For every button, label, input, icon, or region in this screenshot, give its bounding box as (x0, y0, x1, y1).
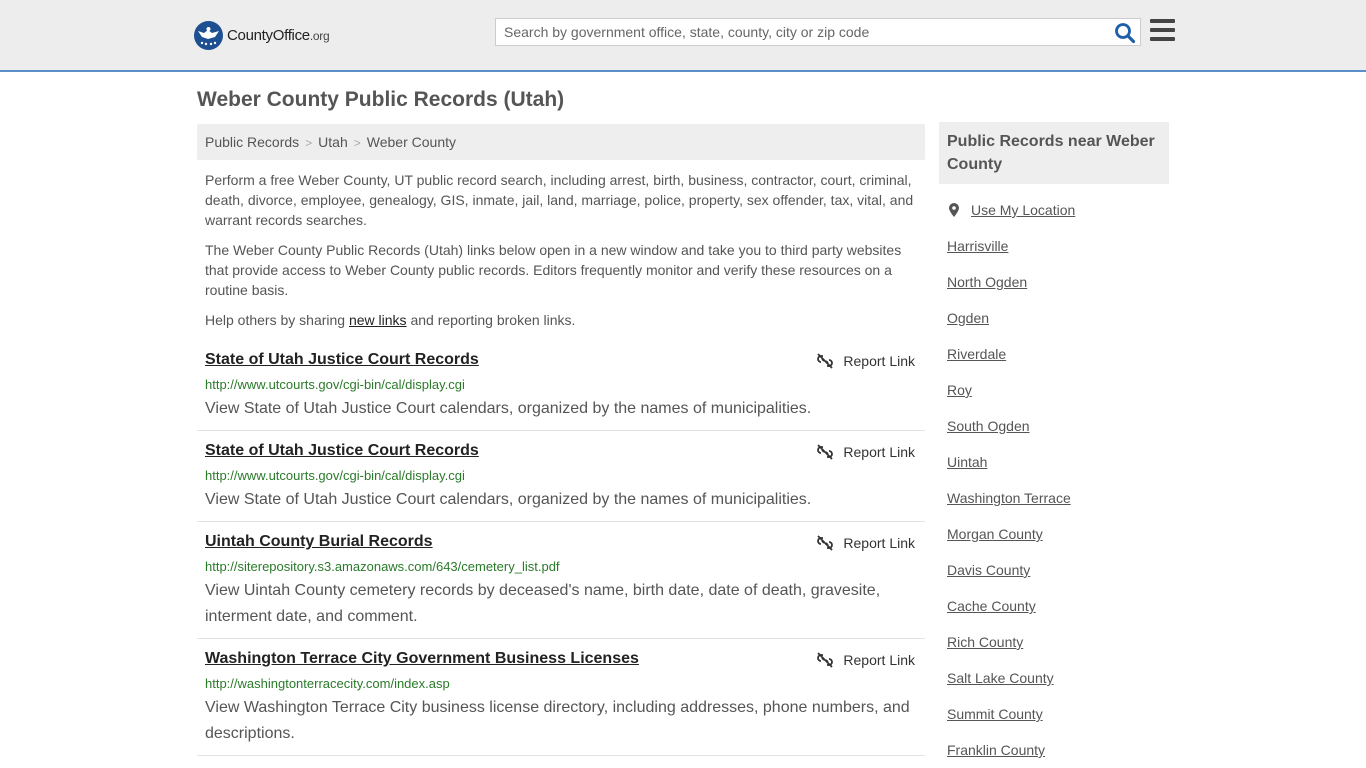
top-header: CountyOffice.org (0, 0, 1366, 72)
sidebar-link-rich-county[interactable]: Rich County (947, 634, 1023, 650)
broken-link-icon (817, 652, 834, 668)
sidebar-link-morgan-county[interactable]: Morgan County (947, 526, 1043, 542)
record-url: http://www.utcourts.gov/cgi-bin/cal/disp… (205, 468, 465, 483)
intro-broken-text: and reporting broken links. (406, 312, 576, 328)
sidebar-link-north-ogden[interactable]: North Ogden (947, 274, 1027, 290)
hamburger-menu-icon[interactable] (1150, 19, 1175, 41)
record-url: http://siterepository.s3.amazonaws.com/6… (205, 559, 560, 574)
logo-org-text: .org (309, 28, 330, 43)
search-box (495, 18, 1141, 46)
breadcrumb-public-records[interactable]: Public Records (205, 134, 299, 150)
breadcrumb-separator-icon: > (305, 136, 313, 150)
report-link-label: Report Link (843, 353, 915, 369)
sidebar-link-salt-lake-county[interactable]: Salt Lake County (947, 670, 1054, 686)
broken-link-icon (817, 444, 834, 460)
sidebar-link-uintah[interactable]: Uintah (947, 454, 987, 470)
broken-link-icon (817, 353, 834, 369)
report-link-button[interactable]: Report Link (817, 652, 915, 668)
record-title-link[interactable]: State of Utah Justice Court Records (205, 351, 479, 369)
site-logo[interactable]: CountyOffice.org (194, 20, 330, 50)
sidebar-link-harrisville[interactable]: Harrisville (947, 238, 1008, 254)
intro-paragraph-3: Help others by sharing new links and rep… (205, 310, 917, 330)
search-input[interactable] (496, 19, 1106, 45)
intro-help-text: Help others by sharing (205, 312, 349, 328)
search-icon (1115, 23, 1136, 44)
sidebar-link-roy[interactable]: Roy (947, 382, 972, 398)
logo-eagle-icon (194, 20, 223, 50)
report-link-label: Report Link (843, 652, 915, 668)
breadcrumb-weber-county[interactable]: Weber County (367, 134, 456, 150)
sidebar-link-riverdale[interactable]: Riverdale (947, 346, 1006, 362)
use-my-location-link[interactable]: Use My Location (947, 202, 1075, 218)
breadcrumb-separator-icon: > (353, 136, 361, 150)
sidebar-link-washington-terrace[interactable]: Washington Terrace (947, 490, 1071, 506)
report-link-button[interactable]: Report Link (817, 353, 915, 369)
breadcrumb-utah[interactable]: Utah (318, 134, 348, 150)
sidebar-link-cache-county[interactable]: Cache County (947, 598, 1036, 614)
sidebar-link-ogden[interactable]: Ogden (947, 310, 989, 326)
report-link-label: Report Link (843, 444, 915, 460)
record-item: State of Utah Justice Court Records Repo… (197, 442, 925, 522)
record-url: http://washingtonterracecity.com/index.a… (205, 676, 450, 691)
sidebar-heading: Public Records near Weber County (939, 122, 1169, 184)
sidebar-link-franklin-county[interactable]: Franklin County (947, 742, 1045, 758)
search-button[interactable] (1114, 22, 1136, 44)
record-description: View State of Utah Justice Court calenda… (205, 400, 812, 417)
intro-paragraph-2: The Weber County Public Records (Utah) l… (205, 242, 902, 298)
use-my-location-label: Use My Location (971, 202, 1076, 218)
record-title-link[interactable]: Washington Terrace City Government Busin… (205, 650, 639, 668)
record-item: State of Utah Justice Court Records Repo… (197, 351, 925, 431)
logo-main-text: CountyOffice (227, 26, 310, 44)
logo-text: CountyOffice.org (227, 26, 330, 44)
record-title-link[interactable]: Uintah County Burial Records (205, 533, 433, 551)
record-url: http://www.utcourts.gov/cgi-bin/cal/disp… (205, 377, 465, 392)
new-links-link[interactable]: new links (349, 312, 407, 328)
record-item: Uintah County Burial Records Report Link… (197, 533, 925, 639)
record-description: View Washington Terrace City business li… (205, 699, 910, 742)
report-link-button[interactable]: Report Link (817, 535, 915, 551)
record-description: View State of Utah Justice Court calenda… (205, 491, 812, 508)
sidebar-link-summit-county[interactable]: Summit County (947, 706, 1043, 722)
report-link-button[interactable]: Report Link (817, 444, 915, 460)
record-description: View Uintah County cemetery records by d… (205, 582, 881, 625)
record-title-link[interactable]: State of Utah Justice Court Records (205, 442, 479, 460)
sidebar-link-davis-county[interactable]: Davis County (947, 562, 1030, 578)
intro-paragraph-1: Perform a free Weber County, UT public r… (205, 172, 914, 228)
breadcrumb: Public Records > Utah > Weber County (197, 124, 925, 160)
record-item: Washington Terrace City Government Busin… (197, 650, 925, 756)
page-title: Weber County Public Records (Utah) (197, 88, 565, 111)
report-link-label: Report Link (843, 535, 915, 551)
broken-link-icon (817, 535, 834, 551)
map-pin-icon (949, 203, 959, 217)
sidebar-link-south-ogden[interactable]: South Ogden (947, 418, 1030, 434)
